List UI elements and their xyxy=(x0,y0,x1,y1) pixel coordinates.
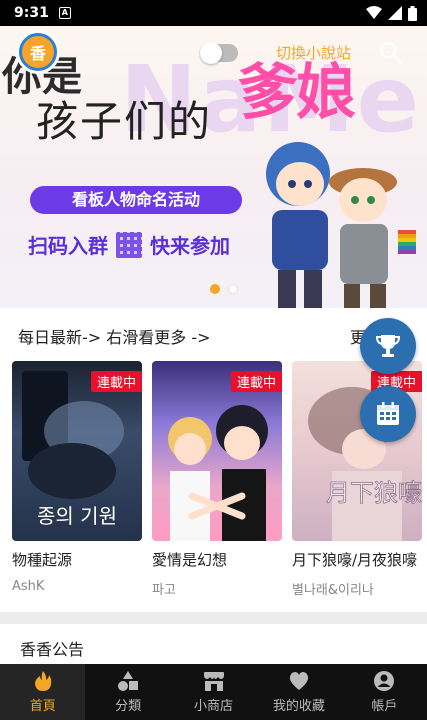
comic-card-list: 종의 기원 連載中 物種起源 AshK 連載中 愛情是幻想 파고 月下狼嚎 連載… xyxy=(12,361,422,598)
nav-category[interactable]: 分類 xyxy=(85,664,170,720)
ranking-fab[interactable] xyxy=(360,318,416,374)
banner-dot[interactable] xyxy=(228,284,238,294)
banner-page-indicator xyxy=(210,284,238,294)
comic-title[interactable]: 愛情是幻想 xyxy=(152,549,282,571)
banner-scan-row: 扫码入群 快来参加 xyxy=(28,230,230,259)
nav-favorites-label: 我的收藏 xyxy=(272,699,325,714)
comic-author: AshK xyxy=(12,579,45,594)
app-logo-inner: 香 xyxy=(22,36,54,68)
comic-card[interactable]: 連載中 愛情是幻想 파고 xyxy=(152,361,282,598)
nav-category-label: 分類 xyxy=(115,699,142,714)
nav-home-label: 首頁 xyxy=(29,699,56,714)
nav-account[interactable]: 帳戶 xyxy=(342,664,427,720)
switch-site-label[interactable]: 切換小說站 xyxy=(276,42,351,63)
battery-icon xyxy=(408,5,417,21)
banner-dot-active[interactable] xyxy=(210,284,220,294)
announcement-section[interactable]: 香香公告 xyxy=(0,624,427,664)
comic-author: 별나래&이리나 xyxy=(292,583,374,598)
comic-title[interactable]: 物種起源 xyxy=(12,549,142,571)
flame-icon xyxy=(34,671,51,691)
heart-icon xyxy=(289,672,309,690)
trophy-icon xyxy=(375,335,401,357)
banner-scan-text: 扫码入群 xyxy=(28,234,108,258)
calendar-icon xyxy=(377,402,399,425)
comic-author: 파고 xyxy=(152,583,176,598)
site-switch-toggle[interactable] xyxy=(200,42,238,64)
comic-cover[interactable]: 月下狼嚎 連載中 xyxy=(292,361,422,541)
cover-title-text: 月下狼嚎 xyxy=(326,479,422,507)
comic-title[interactable]: 月下狼嚎/月夜狼嚎 xyxy=(292,549,422,571)
promo-banner[interactable]: NaMe 你是 孩子们的 爹娘 看板人物命名活动 扫码入群 快来参加 xyxy=(0,26,427,308)
store-icon xyxy=(203,672,224,691)
bottom-nav: 首頁 分類 小商店 我的收藏 帳戶 xyxy=(0,664,427,720)
calendar-fab[interactable] xyxy=(360,386,416,442)
user-icon xyxy=(374,671,395,691)
cover-title-text: 종의 기원 xyxy=(37,504,117,528)
banner-activity-pill: 看板人物命名活动 xyxy=(30,186,242,214)
app-logo: 香 xyxy=(16,30,60,74)
nav-account-label: 帳戶 xyxy=(371,699,398,714)
nav-home[interactable]: 首頁 xyxy=(0,664,86,720)
switch-knob xyxy=(200,42,222,64)
signal-icon xyxy=(388,6,402,20)
nav-store[interactable]: 小商店 xyxy=(171,664,256,720)
mascot-characters-illustration xyxy=(266,142,416,308)
comic-cover[interactable]: 連載中 xyxy=(152,361,282,541)
daily-title: 每日最新-> 右滑看更多 -> xyxy=(18,328,211,347)
wifi-icon xyxy=(366,6,382,19)
serializing-badge: 連載中 xyxy=(230,371,282,392)
banner-headline-line2: 孩子们的 xyxy=(36,97,213,146)
status-icons xyxy=(366,5,417,21)
nav-favorites[interactable]: 我的收藏 xyxy=(256,664,341,720)
comic-card[interactable]: 종의 기원 連載中 物種起源 AshK xyxy=(12,361,142,598)
announcement-label: 香香公告 xyxy=(20,640,85,659)
qr-code-icon xyxy=(116,231,142,258)
status-time: 9:31 xyxy=(14,5,49,21)
shapes-icon xyxy=(118,671,139,691)
search-icon[interactable] xyxy=(378,40,402,64)
status-bar: 9:31 A xyxy=(0,0,427,26)
comic-cover[interactable]: 종의 기원 連載中 xyxy=(12,361,142,541)
notification-a-icon: A xyxy=(58,7,71,19)
nav-store-label: 小商店 xyxy=(194,699,234,714)
banner-join-text: 快来参加 xyxy=(150,234,230,258)
serializing-badge: 連載中 xyxy=(90,371,142,392)
